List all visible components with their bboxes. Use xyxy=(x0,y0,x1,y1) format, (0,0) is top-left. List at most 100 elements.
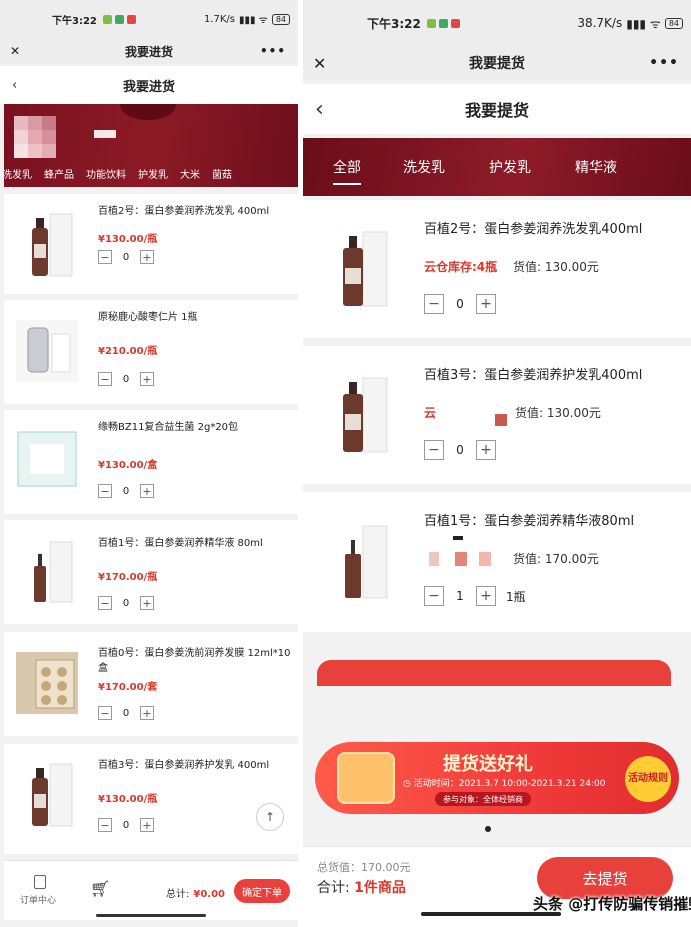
promo-rules-button[interactable]: 活动规则 xyxy=(625,756,671,802)
sum-text: 合计: 1件商品 xyxy=(317,877,406,897)
close-icon[interactable]: ✕ xyxy=(313,54,326,73)
plus-button[interactable]: + xyxy=(140,818,154,832)
redacted-block xyxy=(453,536,463,540)
status-app-icons xyxy=(426,18,460,28)
category-tab[interactable]: 洗发乳 xyxy=(4,166,32,181)
quantity-value[interactable]: 0 xyxy=(112,252,140,263)
redacted-block xyxy=(455,552,467,566)
quantity-stepper: − 0 + xyxy=(98,818,154,832)
home-indicator xyxy=(421,912,561,916)
product-card[interactable]: 百植3号：蛋白参姜润养护发乳 400ml ¥130.00/瓶 − 0 + xyxy=(4,744,298,854)
minus-button[interactable]: − xyxy=(98,706,112,720)
minus-button[interactable]: − xyxy=(98,818,112,832)
plus-button[interactable]: + xyxy=(140,372,154,386)
quantity-value[interactable]: 0 xyxy=(112,486,140,497)
gift-box-icon xyxy=(337,752,395,804)
quantity-value[interactable]: 0 xyxy=(112,708,140,719)
page-header: ‹ 我要进货 xyxy=(0,66,298,104)
right-screenshot: 下午3:22 38.7K/s ▮▮▮ ᯤ 84 ✕ 我要提货 ••• ‹ 我要提… xyxy=(303,0,691,927)
minus-button[interactable]: − xyxy=(98,484,112,498)
goods-value: 货值: 130.00元 xyxy=(513,260,599,274)
signal-icon: ▮▮▮ ᯤ xyxy=(626,16,661,31)
product-name: 百植1号：蛋白参姜润养精华液 80ml xyxy=(98,538,263,549)
product-price: ¥130.00/瓶 xyxy=(98,794,158,805)
product-name: 缘畅BZ11复合益生菌 2g*20包 xyxy=(98,422,239,433)
tab-conditioner[interactable]: 护发乳 xyxy=(489,157,531,177)
plus-button[interactable]: + xyxy=(140,484,154,498)
product-card[interactable]: 缘畅BZ11复合益生菌 2g*20包 ¥130.00/盒 − 0 + xyxy=(4,410,298,514)
category-tab[interactable]: 护发乳 xyxy=(138,166,168,181)
quantity-value[interactable]: 0 xyxy=(112,374,140,385)
product-card[interactable]: 百植1号：蛋白参姜润养精华液 80ml ¥170.00/瓶 − 0 + xyxy=(4,520,298,624)
cart-icon[interactable]: 🛒︎ xyxy=(90,879,110,898)
minus-button[interactable]: − xyxy=(424,294,444,314)
network-speed: 1.7K/s xyxy=(203,13,235,25)
status-bar: 下午3:22 38.7K/s ▮▮▮ ᯤ 84 xyxy=(303,0,691,46)
confirm-order-button[interactable]: 确定下单 xyxy=(234,879,290,903)
product-card[interactable]: 百植1号：蛋白参姜润养精华液80ml 货值: 170.00元 − 1 + 1瓶 xyxy=(303,492,691,632)
product-name: 百植1号：蛋白参姜润养精华液80ml xyxy=(424,514,635,529)
category-tab[interactable]: 大米 xyxy=(180,166,200,181)
back-icon[interactable]: ‹ xyxy=(315,97,324,122)
shampoo-bottle-image xyxy=(343,231,388,307)
quantity-value[interactable]: 0 xyxy=(444,297,476,311)
minus-button[interactable]: − xyxy=(98,596,112,610)
product-card[interactable]: 百植0号：蛋白参姜洗前润养发膜 12ml*10盒 ¥170.00/套 − 0 + xyxy=(4,632,298,736)
product-name: 百植0号：蛋白参姜洗前润养发膜 12ml*10盒 xyxy=(98,648,291,674)
minus-button[interactable]: − xyxy=(98,250,112,264)
minus-button[interactable]: − xyxy=(424,440,444,460)
more-icon[interactable]: ••• xyxy=(260,44,286,58)
conditioner-bottle-image xyxy=(343,377,388,453)
plus-button[interactable]: + xyxy=(140,596,154,610)
blurred-logo xyxy=(14,116,56,158)
scroll-to-top-button[interactable]: ↑ xyxy=(256,803,284,831)
hair-mask-box-image xyxy=(16,652,78,714)
tab-all[interactable]: 全部 xyxy=(333,157,361,185)
product-card[interactable]: 百植2号：蛋白参姜润养洗发乳 400ml ¥130.00/瓶 − 0 + xyxy=(4,194,298,294)
product-price: ¥210.00/瓶 xyxy=(98,346,158,357)
back-icon[interactable]: ‹ xyxy=(12,78,17,93)
order-center-icon[interactable] xyxy=(34,875,46,889)
product-price: ¥130.00/盒 xyxy=(98,460,158,471)
plus-button[interactable]: + xyxy=(476,440,496,460)
quantity-value[interactable]: 0 xyxy=(112,598,140,609)
category-tab[interactable]: 蜂产品 xyxy=(44,166,74,181)
quantity-value[interactable]: 1 xyxy=(444,589,476,603)
plus-button[interactable]: + xyxy=(140,250,154,264)
product-card[interactable]: 百植3号：蛋白参姜润养护发乳400ml 云 货值: 130.00元 − 0 + xyxy=(303,346,691,484)
product-card[interactable]: 百植2号：蛋白参姜润养洗发乳400ml 云仓库存:4瓶 货值: 130.00元 … xyxy=(303,200,691,338)
close-icon[interactable]: ✕ xyxy=(10,44,20,58)
serum-bottle-image xyxy=(345,525,388,599)
signal-icon: ▮▮▮ ᯤ xyxy=(238,15,268,26)
category-tabs: 洗发乳 蜂产品 功能饮料 护发乳 大米 菌菇 xyxy=(4,166,232,181)
category-tab[interactable]: 菌菇 xyxy=(212,166,232,181)
product-price: ¥170.00/瓶 xyxy=(98,572,158,583)
plus-button[interactable]: + xyxy=(476,586,496,606)
category-banner: 洗发乳 蜂产品 功能饮料 护发乳 大米 菌菇 xyxy=(4,104,298,187)
plus-button[interactable]: + xyxy=(476,294,496,314)
total-value: ¥0.00 xyxy=(193,889,226,900)
product-card[interactable]: 原秘鹿心酸枣仁片 1瓶 ¥210.00/瓶 − 0 + xyxy=(4,300,298,404)
goods-value: 货值: 130.00元 xyxy=(515,406,601,420)
promo-banner[interactable]: 提货送好礼 ◷ 活动时间：2021.3.7 10:00-2021.3.21 24… xyxy=(315,742,679,814)
more-icon[interactable]: ••• xyxy=(649,55,679,71)
plus-button[interactable]: + xyxy=(140,706,154,720)
tab-serum[interactable]: 精华液 xyxy=(575,157,617,177)
conditioner-bottle-image xyxy=(32,763,73,827)
watermark: 头条 @打传防骗传销摧毁者 xyxy=(533,895,691,913)
minus-button[interactable]: − xyxy=(98,372,112,386)
banner-decoration xyxy=(120,104,176,120)
total-goods-value: 总货值：170.00元 xyxy=(317,861,411,874)
quantity-stepper: − 0 + xyxy=(98,250,154,264)
quantity-value[interactable]: 0 xyxy=(112,820,140,831)
window-titlebar: ✕ 我要进货 ••• xyxy=(0,38,298,64)
quantity-value[interactable]: 0 xyxy=(444,443,476,457)
product-name: 百植2号：蛋白参姜润养洗发乳 400ml xyxy=(98,206,270,217)
minus-button[interactable]: − xyxy=(424,586,444,606)
order-center-label[interactable]: 订单中心 xyxy=(20,893,56,906)
tab-shampoo[interactable]: 洗发乳 xyxy=(403,157,445,177)
quantity-stepper: − 0 + xyxy=(98,372,154,386)
tablet-bottle-image xyxy=(16,320,78,382)
carousel-indicator xyxy=(485,826,491,832)
category-tab[interactable]: 功能饮料 xyxy=(86,166,126,181)
